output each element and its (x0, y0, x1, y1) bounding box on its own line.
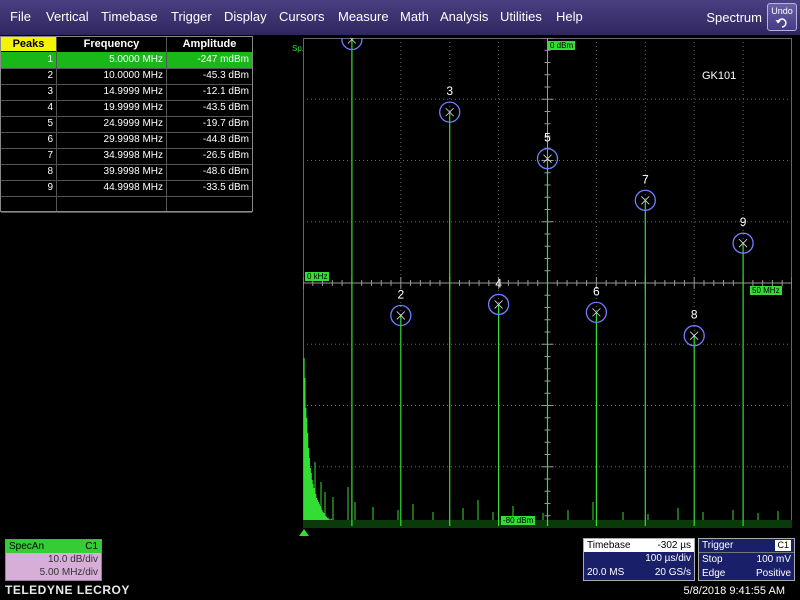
menu-help[interactable]: Help (556, 9, 583, 24)
peak-label: 5 (544, 131, 551, 145)
date-time: 5/8/2018 9:41:55 AM (683, 585, 785, 597)
peaks-header[interactable]: Peaks (1, 37, 56, 51)
trigger-title: Trigger (702, 540, 734, 551)
specan-descriptor[interactable]: SpecAn C1 10.0 dB/div 5.00 MHz/div (5, 539, 102, 581)
stop-frequency-label: 50 MHz (750, 286, 782, 295)
row-divider (1, 212, 252, 213)
peak-frequency: 29.9998 MHz (103, 134, 163, 145)
column-divider (56, 37, 57, 211)
trigger-level: 100 mV (756, 554, 791, 565)
peak-label: 6 (593, 284, 600, 298)
timebase-per-div: 100 µs/div (645, 553, 691, 564)
peak-frequency: 24.9999 MHz (103, 118, 163, 129)
undo-arrow-icon (775, 18, 787, 28)
timebase-descriptor[interactable]: Timebase -302 µs 100 µs/div 20.0 MS 20 G… (583, 538, 695, 581)
menu-file[interactable]: File (10, 9, 31, 24)
trace-label: Sp. (292, 44, 305, 53)
peak-amplitude: -247 mdBm (197, 54, 249, 65)
start-frequency-label: 0 kHz (305, 272, 330, 281)
peak-label: 2 (397, 287, 404, 301)
peak-number: 8 (47, 166, 53, 177)
peak-frequency: 5.0000 MHz (109, 54, 163, 65)
peak-amplitude: -43.5 dBm (202, 102, 249, 113)
peak-amplitude: -45.3 dBm (202, 70, 249, 81)
table-row[interactable]: 1 5.0000 MHz -247 mdBm (1, 52, 252, 68)
specan-span: 5.00 MHz/div (39, 567, 98, 578)
undo-label: Undo (771, 6, 793, 16)
timebase-title: Timebase (587, 540, 631, 551)
peak-number: 5 (47, 118, 53, 129)
trigger-descriptor[interactable]: Trigger C1 Stop 100 mV Edge Positive (698, 538, 795, 581)
table-row[interactable]: 2 10.0000 MHz -45.3 dBm (1, 68, 252, 84)
peak-number: 4 (47, 102, 53, 113)
peak-label: 3 (446, 84, 453, 98)
peak-label: 9 (740, 215, 747, 229)
peak-label: 7 (642, 172, 649, 186)
table-row[interactable]: 3 14.9999 MHz -12.1 dBm (1, 84, 252, 100)
specan-title: SpecAn (9, 541, 45, 552)
annotation-text: GK101 (702, 70, 737, 82)
menu-display[interactable]: Display (224, 9, 267, 24)
menu-timebase[interactable]: Timebase (101, 9, 158, 24)
peak-amplitude: -19.7 dBm (202, 118, 249, 129)
column-divider (166, 37, 167, 211)
noise-floor (303, 357, 336, 524)
peak-frequency: 39.9998 MHz (103, 166, 163, 177)
specan-channel: C1 (85, 541, 98, 552)
menu-cursors[interactable]: Cursors (279, 9, 325, 24)
table-row[interactable]: 8 39.9998 MHz -48.6 dBm (1, 164, 252, 180)
peak-number: 9 (47, 182, 53, 193)
peak-label: 8 (691, 308, 698, 322)
spectrum-plot[interactable]: 123456789 Sp. 0 dBm -80 dBm 0 kHz 50 MHz… (292, 12, 793, 529)
peak-frequency: 34.9998 MHz (103, 150, 163, 161)
menu-utilities[interactable]: Utilities (500, 9, 542, 24)
table-row[interactable]: 4 19.9999 MHz -43.5 dBm (1, 100, 252, 116)
timebase-samples: 20.0 MS (587, 567, 625, 578)
menu-bar: File Vertical Timebase Trigger Display C… (0, 0, 800, 35)
trigger-channel: C1 (775, 540, 791, 551)
table-row[interactable]: 6 29.9998 MHz -44.8 dBm (1, 132, 252, 148)
table-row[interactable] (1, 196, 252, 212)
peak-number: 7 (47, 150, 53, 161)
peak-number: 3 (47, 86, 53, 97)
timebase-rate: 20 GS/s (654, 567, 691, 578)
menu-vertical[interactable]: Vertical (46, 9, 89, 24)
table-row[interactable]: 9 44.9998 MHz -33.5 dBm (1, 180, 252, 196)
peak-frequency: 19.9999 MHz (103, 102, 163, 113)
menu-trigger[interactable]: Trigger (171, 9, 212, 24)
undo-button[interactable]: Undo (767, 3, 797, 31)
amplitude-header[interactable]: Amplitude (167, 37, 252, 51)
peak-number: 2 (47, 70, 53, 81)
spectrum-graph: 123456789 (302, 12, 793, 529)
peaks-table: Peaks Frequency Amplitude 1 5.0000 MHz -24… (0, 36, 253, 213)
brand-logo: TELEDYNE LECROY (5, 583, 130, 597)
mode-label: Spectrum (706, 10, 762, 25)
peak-amplitude: -12.1 dBm (202, 86, 249, 97)
table-row[interactable]: 7 34.9998 MHz -26.5 dBm (1, 148, 252, 164)
menu-measure[interactable]: Measure (338, 9, 389, 24)
peak-amplitude: -44.8 dBm (202, 134, 249, 145)
peak-amplitude: -26.5 dBm (202, 150, 249, 161)
peak-amplitude: -48.6 dBm (202, 166, 249, 177)
peak-frequency: 14.9999 MHz (103, 86, 163, 97)
peak-frequency: 10.0000 MHz (103, 70, 163, 81)
frequency-header[interactable]: Frequency (57, 37, 166, 51)
trigger-slope: Positive (755, 568, 791, 579)
trigger-position-marker (299, 529, 309, 536)
menu-math[interactable]: Math (400, 9, 429, 24)
peak-number: 1 (47, 54, 53, 65)
table-row[interactable]: 5 24.9999 MHz -19.7 dBm (1, 116, 252, 132)
peak-frequency: 44.9998 MHz (103, 182, 163, 193)
peak-label: 4 (495, 276, 502, 290)
timebase-delay: -302 µs (657, 540, 691, 551)
trigger-mode: Stop (702, 554, 723, 565)
top-reference-label: 0 dBm (548, 41, 576, 50)
menu-analysis[interactable]: Analysis (440, 9, 488, 24)
peak-number: 6 (47, 134, 53, 145)
peak-amplitude: -33.5 dBm (202, 182, 249, 193)
specan-scale: 10.0 dB/div (47, 554, 98, 565)
bottom-reference-label: -80 dBm (501, 516, 536, 525)
trigger-type: Edge (702, 568, 726, 579)
